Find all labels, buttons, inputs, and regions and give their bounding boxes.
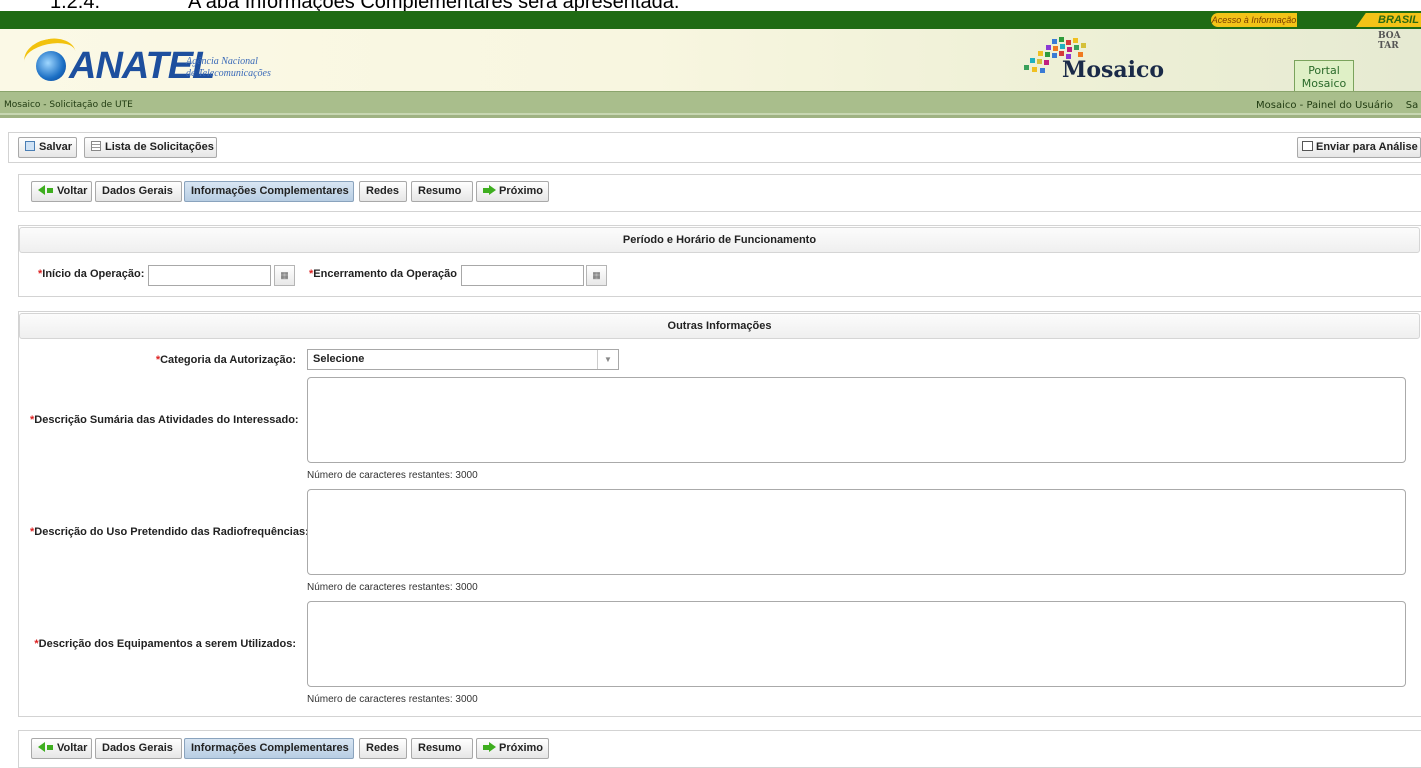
back-button[interactable]: Voltar: [31, 738, 92, 759]
other-info-section-title: Outras Informações: [19, 313, 1420, 339]
category-selected-value: Selecione: [313, 353, 365, 365]
portal-mosaico-tab[interactable]: Portal Mosaico: [1294, 60, 1354, 91]
greeting-text: BOA TAR: [1378, 31, 1401, 51]
gov-top-bar: [0, 11, 1421, 29]
start-date-input[interactable]: [148, 265, 271, 286]
equipment-textarea[interactable]: [307, 601, 1406, 687]
logo-subtitle-line1: Agência Nacional: [186, 56, 258, 67]
user-panel-label[interactable]: Mosaico - Painel do Usuário: [1256, 100, 1393, 111]
activities-label-text: Descrição Sumária das Atividades do Inte…: [34, 414, 299, 426]
arrow-left-icon: [38, 742, 45, 752]
tab-dados-gerais[interactable]: Dados Gerais: [95, 181, 182, 202]
arrow-right-icon: [489, 742, 496, 752]
request-list-label: Lista de Solicitações: [105, 141, 214, 153]
usage-label: *Descrição do Uso Pretendido das Radiofr…: [30, 526, 309, 538]
send-for-analysis-button[interactable]: Enviar para Análise: [1297, 137, 1421, 158]
portal-tab-line2: Mosaico: [1301, 77, 1347, 90]
save-button[interactable]: Salvar: [18, 137, 77, 158]
save-icon: [25, 141, 35, 151]
send-label: Enviar para Análise: [1316, 141, 1418, 153]
end-date-label: *Encerramento da Operação: [309, 268, 457, 280]
category-select[interactable]: Selecione ▼: [307, 349, 619, 370]
tab-redes[interactable]: Redes: [359, 738, 407, 759]
period-section-title: Período e Horário de Funcionamento: [19, 227, 1420, 253]
equipment-char-counter: Número de caracteres restantes: 3000: [307, 694, 478, 705]
breadcrumb[interactable]: Mosaico - Solicitação de UTE: [4, 100, 133, 110]
anatel-logo-icon: [36, 51, 66, 81]
back-button[interactable]: Voltar: [31, 181, 92, 202]
calendar-icon[interactable]: ▦: [274, 265, 295, 286]
activities-textarea[interactable]: [307, 377, 1406, 463]
tab-informacoes-complementares[interactable]: Informações Complementares: [184, 738, 354, 759]
list-icon: [91, 141, 101, 151]
equipment-label-text: Descrição dos Equipamentos a serem Utili…: [38, 638, 296, 650]
calendar-icon[interactable]: ▦: [586, 265, 607, 286]
logo-subtitle-line2: de Telecomunicações: [186, 68, 271, 79]
next-button[interactable]: Próximo: [476, 181, 549, 202]
flag-icon: [1302, 141, 1313, 151]
activities-char-counter: Número de caracteres restantes: 3000: [307, 470, 478, 481]
next-button[interactable]: Próximo: [476, 738, 549, 759]
tab-resumo[interactable]: Resumo: [411, 738, 473, 759]
arrow-right-icon: [489, 185, 496, 195]
usage-char-counter: Número de caracteres restantes: 3000: [307, 582, 478, 593]
next-label: Próximo: [499, 742, 544, 754]
tab-redes[interactable]: Redes: [359, 181, 407, 202]
anatel-logo-subtitle: Agência Nacional de Telecomunicações: [186, 56, 271, 80]
start-date-label: *Início da Operação:: [38, 268, 144, 280]
activities-label: *Descrição Sumária das Atividades do Int…: [30, 414, 299, 426]
toolbar: [8, 132, 1421, 163]
usage-textarea[interactable]: [307, 489, 1406, 575]
equipment-label: *Descrição dos Equipamentos a serem Util…: [30, 638, 296, 650]
category-label: *Categoria da Autorização:: [100, 354, 296, 366]
end-date-label-text: Encerramento da Operação: [313, 268, 457, 280]
tab-informacoes-complementares[interactable]: Informações Complementares: [184, 181, 354, 202]
back-label: Voltar: [57, 742, 88, 754]
save-label: Salvar: [39, 141, 73, 153]
back-label: Voltar: [57, 185, 88, 197]
brasil-link[interactable]: BRASIL: [1356, 13, 1421, 27]
document-heading: 1.2.4. A aba Informações Complementares …: [0, 0, 1421, 13]
category-label-text: Categoria da Autorização:: [160, 354, 296, 366]
next-label: Próximo: [499, 185, 544, 197]
end-date-input[interactable]: [461, 265, 584, 286]
breadcrumb-bar: [0, 91, 1421, 118]
acesso-informacao-link[interactable]: Acesso à Informação: [1211, 13, 1297, 27]
user-panel-link[interactable]: Mosaico - Painel do Usuário Sa: [1256, 100, 1418, 111]
request-list-button[interactable]: Lista de Solicitações: [84, 137, 217, 158]
usage-label-text: Descrição do Uso Pretendido das Radiofre…: [34, 526, 309, 538]
arrow-left-icon: [38, 185, 45, 195]
start-date-label-text: Início da Operação:: [42, 268, 145, 280]
portal-tab-line1: Portal: [1308, 64, 1340, 77]
tab-resumo[interactable]: Resumo: [411, 181, 473, 202]
logout-link-cut[interactable]: Sa: [1406, 100, 1418, 111]
tab-dados-gerais[interactable]: Dados Gerais: [95, 738, 182, 759]
mosaico-logo[interactable]: Mosaico: [1062, 57, 1164, 83]
chevron-down-icon: ▼: [597, 350, 618, 369]
